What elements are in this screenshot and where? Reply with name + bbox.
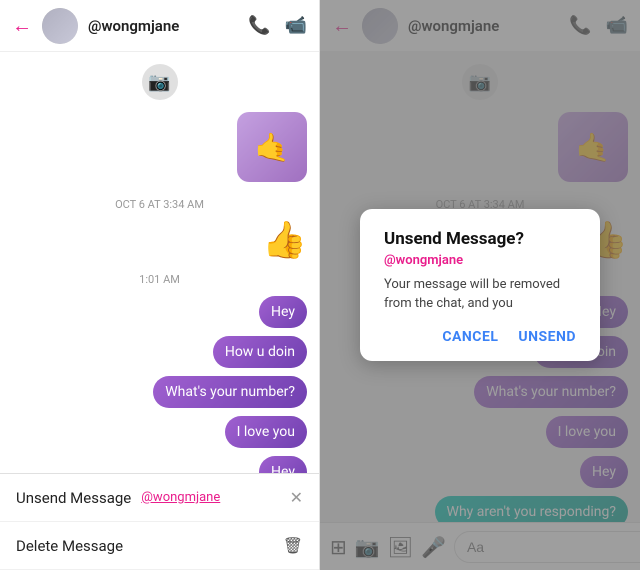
msg-hey2: Hey: [12, 456, 307, 473]
header-icons-left: 📞 📹: [248, 15, 307, 36]
unsend-label: Unsend Message: [16, 489, 131, 507]
close-icon[interactable]: ✕: [290, 488, 303, 507]
bubble-iloveyou: I love you: [225, 416, 307, 448]
bubble-hey2: Hey: [259, 456, 307, 473]
unsend-button[interactable]: UNSEND: [518, 329, 576, 345]
trash-icon[interactable]: 🗑: [283, 536, 303, 555]
unsend-username: @wongmjane: [141, 490, 220, 505]
unsend-modal: Unsend Message? @wongmjane Your message …: [360, 209, 600, 360]
modal-overlay: Unsend Message? @wongmjane Your message …: [320, 0, 640, 570]
timestamp-left-2: 1:01 AM: [12, 273, 307, 286]
bubble-number: What's your number?: [153, 376, 307, 408]
delete-action-item[interactable]: Delete Message 🗑: [0, 522, 319, 570]
camera-icon: 📷: [142, 64, 178, 100]
right-panel: ← @wongmjane 📞 📹 📷 🤙 OCT 6 AT 3:34 AM 👍 …: [320, 0, 640, 570]
back-button-left[interactable]: ←: [12, 13, 32, 38]
sticker-area: 🤙: [12, 108, 307, 186]
unsend-action-item[interactable]: Unsend Message @wongmjane ✕: [0, 474, 319, 522]
msg-iloveyou: I love you: [12, 416, 307, 448]
modal-username: @wongmjane: [384, 253, 576, 268]
cancel-button[interactable]: CANCEL: [442, 329, 498, 345]
thumbup-left: 👍: [12, 219, 307, 261]
camera-row: 📷: [12, 64, 307, 100]
delete-label: Delete Message: [16, 537, 123, 555]
msg-hey: Hey: [12, 296, 307, 328]
msg-howudoin: How u doin: [12, 336, 307, 368]
timestamp-left-1: OCT 6 AT 3:34 AM: [12, 198, 307, 211]
sticker: 🤙: [237, 112, 307, 182]
action-sheet: Unsend Message @wongmjane ✕ Delete Messa…: [0, 473, 319, 570]
unsend-action-left: Unsend Message @wongmjane: [16, 489, 220, 507]
modal-actions: CANCEL UNSEND: [384, 329, 576, 345]
msg-number: What's your number?: [12, 376, 307, 408]
username-left: @wongmjane: [88, 17, 238, 35]
left-chat-area: 📷 🤙 OCT 6 AT 3:34 AM 👍 1:01 AM Hey How u…: [0, 52, 319, 473]
avatar-left: [42, 8, 78, 44]
bubble-howudoin: How u doin: [213, 336, 307, 368]
modal-title: Unsend Message?: [384, 229, 576, 249]
video-icon-left[interactable]: 📹: [285, 15, 307, 36]
bubble-hey: Hey: [259, 296, 307, 328]
call-icon-left[interactable]: 📞: [248, 15, 270, 36]
left-panel: ← @wongmjane 📞 📹 📷 🤙 OCT 6 AT 3:34 AM 👍 …: [0, 0, 320, 570]
modal-body: Your message will be removed from the ch…: [384, 276, 576, 312]
left-header: ← @wongmjane 📞 📹: [0, 0, 319, 52]
